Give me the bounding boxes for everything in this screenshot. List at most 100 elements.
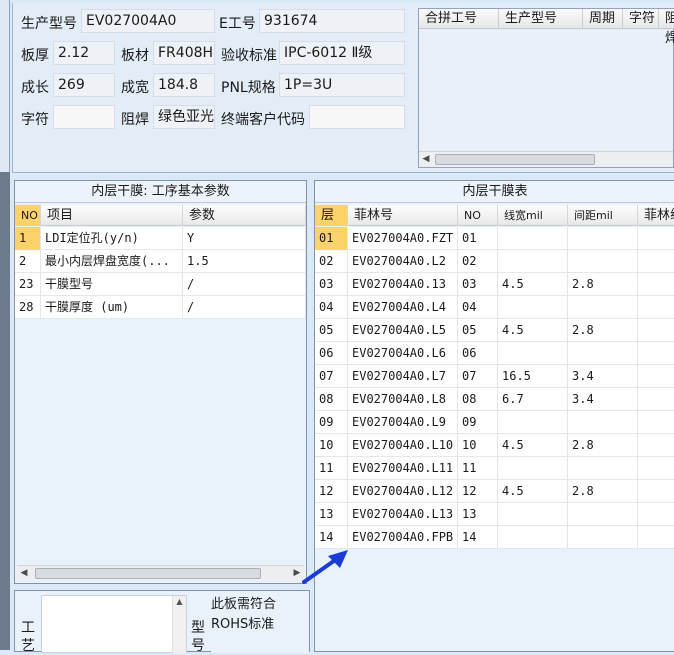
param-item: 干膜型号 [41,273,183,296]
film-line-width [498,457,568,480]
table-row[interactable]: 28 干膜厚度 (um) / [15,296,306,319]
param-no: 2 [15,250,41,273]
merge-grid-hscrollbar[interactable]: ◀ [419,151,673,167]
merge-order-grid[interactable]: 合拼工号 生产型号 周期 字符 阻焊 ◀ [418,8,674,168]
film-layer: 08 [315,388,348,411]
table-row[interactable]: 14 EV027004A0.FPB 14 [315,526,674,549]
material-label: 板材 [121,48,149,64]
width-label: 成宽 [121,80,149,96]
table-row[interactable]: 04 EV027004A0.L4 04 [315,296,674,319]
table-row[interactable]: 03 EV027004A0.13 03 4.5 2.8 [315,273,674,296]
film-number: EV027004A0.L9 [348,411,458,434]
film-number: EV027004A0.L13 [348,503,458,526]
scroll-left-icon[interactable]: ◀ [17,566,31,581]
merge-col-header[interactable]: 阻焊 [659,9,674,46]
customer-field[interactable] [309,105,405,129]
table-row[interactable]: 09 EV027004A0.L9 09 [315,411,674,434]
table-row[interactable]: 07 EV027004A0.L7 07 16.5 3.4 [315,365,674,388]
merge-col-header[interactable]: 生产型号 [499,9,583,29]
param-no: 28 [15,296,41,319]
film-col-spacing[interactable]: 间距mil [568,205,638,226]
film-no: 06 [458,342,498,365]
film-line-width [498,342,568,365]
table-row[interactable]: 06 EV027004A0.L6 06 [315,342,674,365]
table-row[interactable]: 2 最小内层焊盘宽度(... 1.5 [15,250,306,273]
params-grid-hscrollbar[interactable]: ◀ ▶ [17,565,304,581]
width-field[interactable]: 184.8 [153,73,215,97]
length-field[interactable]: 269 [53,73,115,97]
film-line-width: 16.5 [498,365,568,388]
table-row[interactable]: 1 LDI定位孔(y/n) Y [15,227,306,250]
char-field[interactable] [53,105,115,129]
mask-label: 阻焊 [121,112,149,128]
film-layer: 03 [315,273,348,296]
film-line-width: 4.5 [498,273,568,296]
scroll-thumb[interactable] [435,154,595,165]
material-field[interactable]: FR408HR [153,41,215,65]
param-no: 23 [15,273,41,296]
film-line-cell [638,365,674,388]
film-no: 13 [458,503,498,526]
film-line-width: 4.5 [498,480,568,503]
merge-col-header[interactable]: 周期 [583,9,623,29]
film-number: EV027004A0.FPB [348,526,458,549]
eno-label: E工号 [219,16,256,32]
table-row[interactable]: 12 EV027004A0.L12 12 4.5 2.8 [315,480,674,503]
film-col-no[interactable]: NO [458,205,498,226]
merge-col-header[interactable]: 字符 [623,9,659,29]
pnl-field[interactable]: 1P=3U [279,73,405,97]
eno-field[interactable]: 931674 [259,9,405,33]
scroll-thumb[interactable] [35,568,261,579]
craft-textarea[interactable]: ▲ [41,595,187,654]
film-layer: 13 [315,503,348,526]
film-no: 12 [458,480,498,503]
film-number: EV027004A0.L11 [348,457,458,480]
film-number: EV027004A0.L8 [348,388,458,411]
film-number: EV027004A0.13 [348,273,458,296]
film-col-film-line[interactable]: 菲林线 [638,205,674,226]
model-field[interactable]: EV027004A0 [81,9,215,33]
film-number: EV027004A0.L7 [348,365,458,388]
customer-label: 终端客户代码 [221,112,305,128]
film-layer: 10 [315,434,348,457]
length-label: 成长 [21,80,49,96]
film-no: 08 [458,388,498,411]
film-line-width [498,411,568,434]
film-col-film[interactable]: 菲林号 [348,205,458,226]
film-spacing: 2.8 [568,319,638,342]
char-label: 字符 [21,112,49,128]
params-grid-header: NO 项目 参数 [15,205,306,226]
table-row[interactable]: 02 EV027004A0.L2 02 [315,250,674,273]
table-row[interactable]: 08 EV027004A0.L8 08 6.7 3.4 [315,388,674,411]
standard-field[interactable]: IPC-6012 Ⅱ级 [279,41,405,65]
textarea-vscrollbar[interactable]: ▲ [172,596,186,654]
mask-field[interactable]: 绿色亚光 [153,105,215,129]
scroll-up-icon[interactable]: ▲ [173,596,186,608]
params-col-no[interactable]: NO [15,205,41,226]
film-line-width [498,503,568,526]
merge-col-header[interactable]: 合拼工号 [419,9,499,29]
film-grid-header: 层 菲林号 NO 线宽mil 间距mil 菲林线 [315,205,674,226]
film-col-width[interactable]: 线宽mil [498,205,568,226]
param-value: 1.5 [183,250,306,273]
film-line-width: 6.7 [498,388,568,411]
thickness-field[interactable]: 2.12 [53,41,115,65]
table-row[interactable]: 13 EV027004A0.L13 13 [315,503,674,526]
table-row[interactable]: 11 EV027004A0.L11 11 [315,457,674,480]
film-spacing [568,296,638,319]
table-row[interactable]: 10 EV027004A0.L10 10 4.5 2.8 [315,434,674,457]
params-col-value[interactable]: 参数 [183,205,306,226]
table-row[interactable]: 01 EV027004A0.FZT 01 [315,227,674,250]
table-row[interactable]: 23 干膜型号 / [15,273,306,296]
scroll-left-icon[interactable]: ◀ [419,152,433,167]
film-spacing: 2.8 [568,480,638,503]
film-line-cell [638,250,674,273]
params-col-item[interactable]: 项目 [41,205,183,226]
param-value: / [183,296,306,319]
table-row[interactable]: 05 EV027004A0.L5 05 4.5 2.8 [315,319,674,342]
film-no: 14 [458,526,498,549]
film-grid-body: 01 EV027004A0.FZT 01 02 EV027004A0.L2 02 03 EV0… [315,227,674,549]
film-col-layer[interactable]: 层 [315,205,348,226]
film-spacing [568,457,638,480]
param-item: LDI定位孔(y/n) [41,227,183,250]
